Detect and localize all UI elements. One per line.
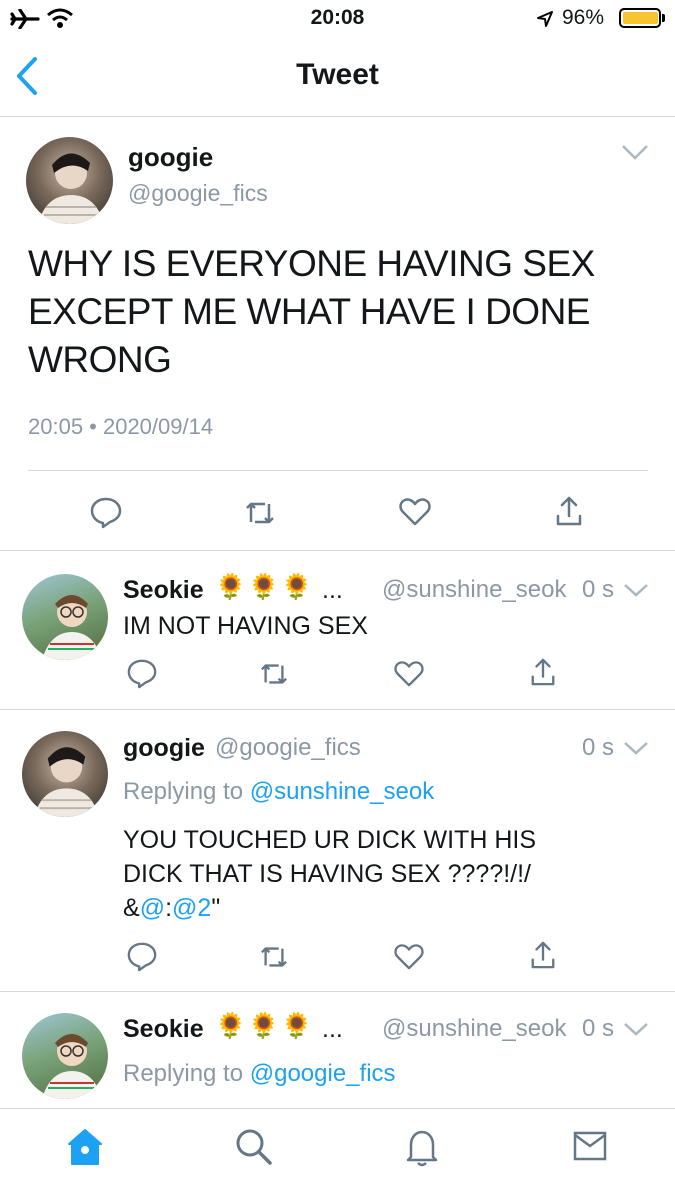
chevron-down-icon[interactable] (623, 1021, 649, 1037)
avatar[interactable] (22, 731, 108, 817)
tweet-text: IM NOT HAVING SEX (123, 612, 368, 640)
tweet-text: WHY IS EVERYONE HAVING SEX EXCEPT ME WHA… (28, 243, 595, 380)
mention-link[interactable]: @2 (172, 894, 211, 922)
like-icon[interactable] (398, 497, 432, 527)
display-name[interactable]: Seokie (123, 576, 204, 605)
mention-link[interactable]: @googie_fics (250, 1060, 396, 1087)
divider (0, 550, 675, 551)
tweet-text: YOU TOUCHED UR DICK WITH HIS DICK THAT I… (123, 826, 536, 922)
name-ellipsis: ... (322, 576, 343, 604)
share-icon[interactable] (529, 939, 557, 971)
display-name[interactable]: Seokie (123, 1015, 204, 1044)
display-name[interactable]: googie (128, 142, 213, 173)
divider (0, 709, 675, 710)
handle[interactable]: @googie_fics (128, 180, 268, 207)
like-icon[interactable] (393, 660, 425, 688)
battery-percent: 96% (562, 6, 605, 29)
reply-icon[interactable] (126, 657, 158, 689)
share-icon[interactable] (529, 656, 557, 688)
name-ellipsis: ... (322, 1015, 343, 1043)
notifications-icon[interactable] (404, 1127, 440, 1167)
retweet-icon[interactable] (258, 943, 290, 971)
status-bar: 20:08 96% (0, 0, 675, 38)
mention-link[interactable]: @sunshine_seok (250, 778, 434, 805)
avatar[interactable] (22, 574, 108, 660)
sunflower-emoji-icons: 🌻🌻🌻 (215, 573, 315, 601)
reply-time: 0 s (582, 1015, 615, 1042)
chevron-down-icon[interactable] (621, 143, 649, 161)
messages-icon[interactable] (573, 1131, 607, 1161)
battery-icon (619, 8, 661, 28)
replying-to: Replying to @sunshine_seok (123, 778, 435, 805)
handle[interactable]: @sunshine_seok (382, 576, 566, 604)
like-icon[interactable] (393, 943, 425, 971)
mention-link[interactable]: @ (140, 894, 165, 922)
location-arrow-icon (537, 11, 553, 27)
avatar[interactable] (22, 1013, 108, 1099)
nav-bar: Tweet (0, 38, 675, 117)
divider (28, 470, 648, 471)
reply-time: 0 s (582, 576, 615, 603)
search-icon[interactable] (234, 1127, 274, 1167)
avatar[interactable] (26, 137, 113, 224)
reply-time: 0 s (582, 734, 615, 761)
chevron-down-icon[interactable] (623, 582, 649, 598)
home-icon[interactable] (66, 1127, 104, 1167)
sunflower-emoji-icons: 🌻🌻🌻 (215, 1012, 315, 1040)
replying-to: Replying to @googie_fics (123, 1060, 396, 1087)
chevron-down-icon[interactable] (623, 740, 649, 756)
page-title: Tweet (296, 58, 379, 91)
reply-icon[interactable] (89, 495, 123, 529)
tweet-timestamp: 20:05 • 2020/09/14 (28, 414, 214, 439)
handle[interactable]: @googie_fics (215, 734, 361, 762)
reply-icon[interactable] (126, 940, 158, 972)
tab-bar (0, 1108, 675, 1201)
handle[interactable]: @sunshine_seok (382, 1015, 566, 1043)
share-icon[interactable] (554, 494, 584, 528)
retweet-icon[interactable] (258, 660, 290, 688)
divider (0, 991, 675, 992)
retweet-icon[interactable] (243, 498, 277, 528)
display-name[interactable]: googie (123, 734, 205, 763)
